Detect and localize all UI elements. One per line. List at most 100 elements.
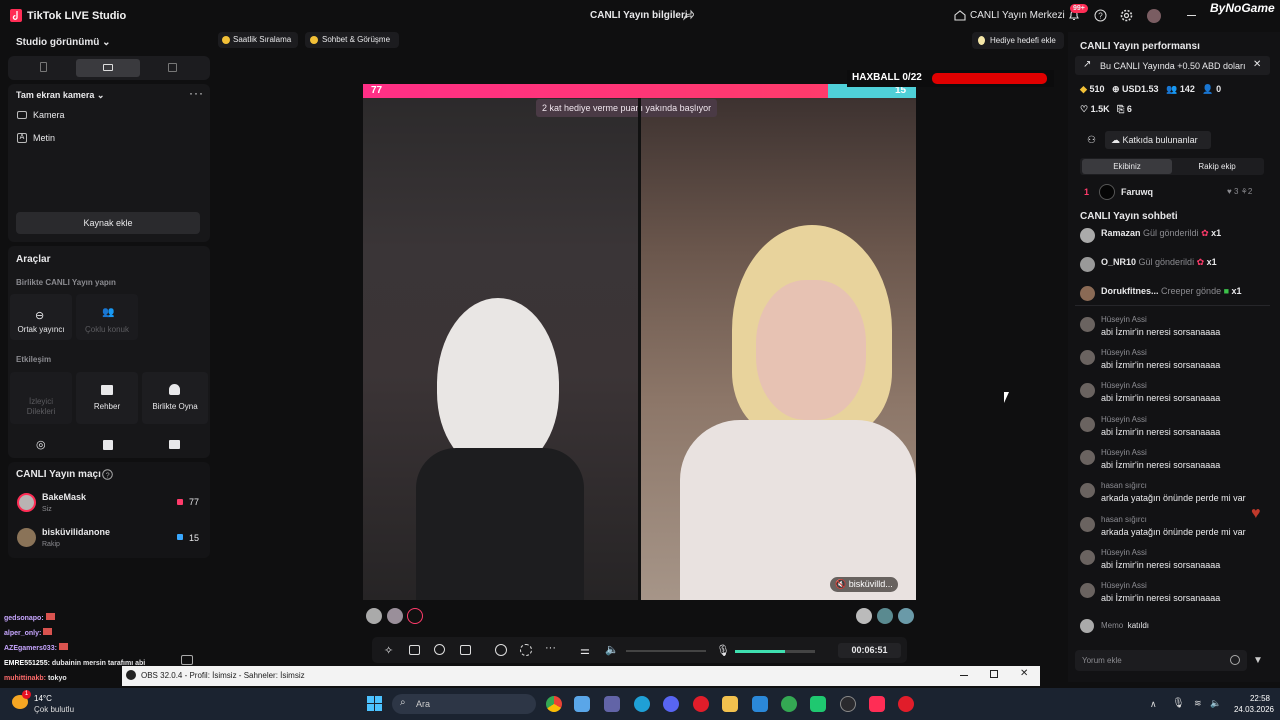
tiktok-taskbar-icon[interactable] <box>869 696 885 712</box>
filter-icon[interactable] <box>434 644 445 655</box>
checklist-icon[interactable] <box>103 440 113 450</box>
opponent-supporter-avatar[interactable] <box>898 608 914 624</box>
clock-time[interactable]: 22:58 <box>1228 694 1270 703</box>
chat-call-label: Sohbet & Görüşme <box>322 35 391 44</box>
magic-wand-icon[interactable]: ✧ <box>384 644 393 657</box>
teams-icon[interactable] <box>604 696 620 712</box>
live-info-button[interactable]: CANLI Yayın bilgileri <box>590 10 688 21</box>
live-center-button[interactable]: CANLI Yayın Merkezi <box>970 10 1065 21</box>
chat-avatar <box>1080 450 1095 465</box>
joystick-icon <box>169 384 180 395</box>
portrait-layout-icon[interactable] <box>40 62 47 72</box>
clock-date[interactable]: 24.03.2026 <box>1222 705 1274 714</box>
share-icon[interactable] <box>682 9 694 21</box>
text-icon: A <box>17 133 27 143</box>
filter-funnel-icon[interactable]: ▼ <box>1253 655 1263 666</box>
tray-chevron-icon[interactable]: ∧ <box>1150 699 1157 710</box>
obs-minimize-icon[interactable] <box>960 675 968 676</box>
dual-layout-icon[interactable] <box>168 63 177 72</box>
chat-username: Hüseyin Assi <box>1101 315 1147 324</box>
chrome-icon[interactable] <box>546 696 562 712</box>
chrome-2-icon[interactable] <box>781 696 797 712</box>
opponent-avatar <box>17 528 36 547</box>
tab-our-team[interactable]: Ekibiniz <box>1082 159 1172 174</box>
opponent-supporter-avatar[interactable] <box>856 608 872 624</box>
volume-icon[interactable]: 🔈 <box>1210 698 1221 709</box>
haxball-progress-bar <box>932 73 1047 84</box>
taskbar-search[interactable] <box>392 694 536 714</box>
chat-username: Hüseyin Assi <box>1101 348 1147 357</box>
obs-maximize-icon[interactable] <box>990 670 998 678</box>
emoji-icon[interactable] <box>1230 655 1240 665</box>
minimize-icon[interactable] <box>1187 15 1196 16</box>
source-camera[interactable]: Kamera <box>33 110 65 120</box>
opera-icon[interactable] <box>693 696 709 712</box>
host-supporter-avatar[interactable] <box>387 608 403 624</box>
effects-icon[interactable] <box>409 645 420 655</box>
inbox-icon[interactable] <box>169 440 180 449</box>
overlay-icon[interactable] <box>460 645 471 655</box>
store-icon[interactable] <box>574 696 590 712</box>
obs-close-icon[interactable]: ✕ <box>1020 668 1028 679</box>
speaker-icon[interactable]: 🔈 <box>605 643 619 656</box>
chat-message: hasan sığırcı arkada yatağın önünde perde… <box>1080 515 1270 545</box>
chat-title: CANLI Yayın sohbeti <box>1080 211 1178 222</box>
play-together-tile[interactable] <box>142 372 208 424</box>
guide-tile[interactable] <box>76 372 138 424</box>
discord-icon[interactable] <box>663 696 679 712</box>
rank-stats: ♥ 3 ⚘2 <box>1227 187 1253 196</box>
co-host-label: Ortak yayıncı <box>17 325 65 334</box>
opponent-name-tag[interactable]: 🔇 bisküvilld... <box>830 577 898 592</box>
chat-message: Hüseyin Assi abi İzmir'in neresi sorsanaa… <box>1080 415 1270 445</box>
close-icon[interactable]: ✕ <box>1253 59 1261 70</box>
chat-avatar <box>1080 517 1095 532</box>
help-icon[interactable]: ? <box>1094 9 1107 22</box>
profile-avatar[interactable] <box>1147 9 1161 23</box>
record-icon[interactable] <box>495 644 507 656</box>
exit-icon[interactable] <box>181 655 193 665</box>
more-icon[interactable]: ··· <box>189 86 204 100</box>
target-icon[interactable]: ◎ <box>36 438 46 451</box>
home-icon[interactable] <box>954 10 966 21</box>
opponent-supporter-avatar[interactable] <box>877 608 893 624</box>
earnings-text: Bu CANLI Yayında +0.50 ABD doları <box>1100 61 1246 71</box>
overlay-chat-line: AZEgamers033: <box>4 641 145 656</box>
chat-username: Hüseyin Assi <box>1101 381 1147 390</box>
scene-dropdown[interactable]: Tam ekran kamera ⌄ <box>16 90 104 101</box>
rank-name: Faruwq <box>1121 187 1154 197</box>
volume-slider[interactable] <box>626 650 706 652</box>
camera-settings-icon[interactable] <box>520 644 532 656</box>
obs-logo-icon <box>126 670 136 680</box>
together-title: Birlikte CANLI Yayın yapın <box>16 278 116 287</box>
app-icon[interactable] <box>810 696 826 712</box>
obs-taskbar-icon[interactable] <box>840 696 856 712</box>
source-text[interactable]: Metin <box>33 133 55 143</box>
folder-icon[interactable] <box>722 696 738 712</box>
tools-title: Araçlar <box>16 254 51 265</box>
search-placeholder: Ara <box>416 699 431 709</box>
info-icon[interactable]: ? <box>102 469 113 480</box>
tab-rival-team[interactable]: Rakip ekip <box>1172 159 1262 174</box>
host-supporter-avatar[interactable] <box>366 608 382 624</box>
rose-icon: ✿ <box>1196 257 1205 267</box>
wifi-icon[interactable]: ≋ <box>1194 698 1202 709</box>
gear-icon[interactable] <box>1120 9 1133 22</box>
more-options-icon[interactable]: ··· <box>545 642 556 654</box>
youtube-icon[interactable] <box>898 696 914 712</box>
add-source-button[interactable]: Kaynak ekle <box>16 212 200 234</box>
tray-mic-icon[interactable]: 🎙 <box>1172 698 1185 709</box>
trend-icon: ↗ <box>1083 59 1092 70</box>
adjust-icon[interactable]: ⚌ <box>580 644 590 657</box>
studio-view-dropdown[interactable]: Studio görünümü ⌄ <box>16 37 111 48</box>
link-icon: ⊖ <box>35 310 45 322</box>
opponent-sub: Rakip <box>42 541 60 548</box>
windows-start-icon[interactable] <box>367 696 382 711</box>
overlay-chat-line: gedsonapo: <box>4 611 145 626</box>
live-timer: 00:06:51 <box>838 643 901 658</box>
opponent-score: 15 <box>189 533 200 543</box>
edge-icon[interactable] <box>634 696 650 712</box>
host-supporter-avatar[interactable] <box>407 608 423 624</box>
microphone-icon[interactable]: 🎙 <box>716 644 730 657</box>
user-add-icon[interactable]: ⚇ <box>1087 135 1096 146</box>
mail-icon[interactable] <box>752 696 768 712</box>
